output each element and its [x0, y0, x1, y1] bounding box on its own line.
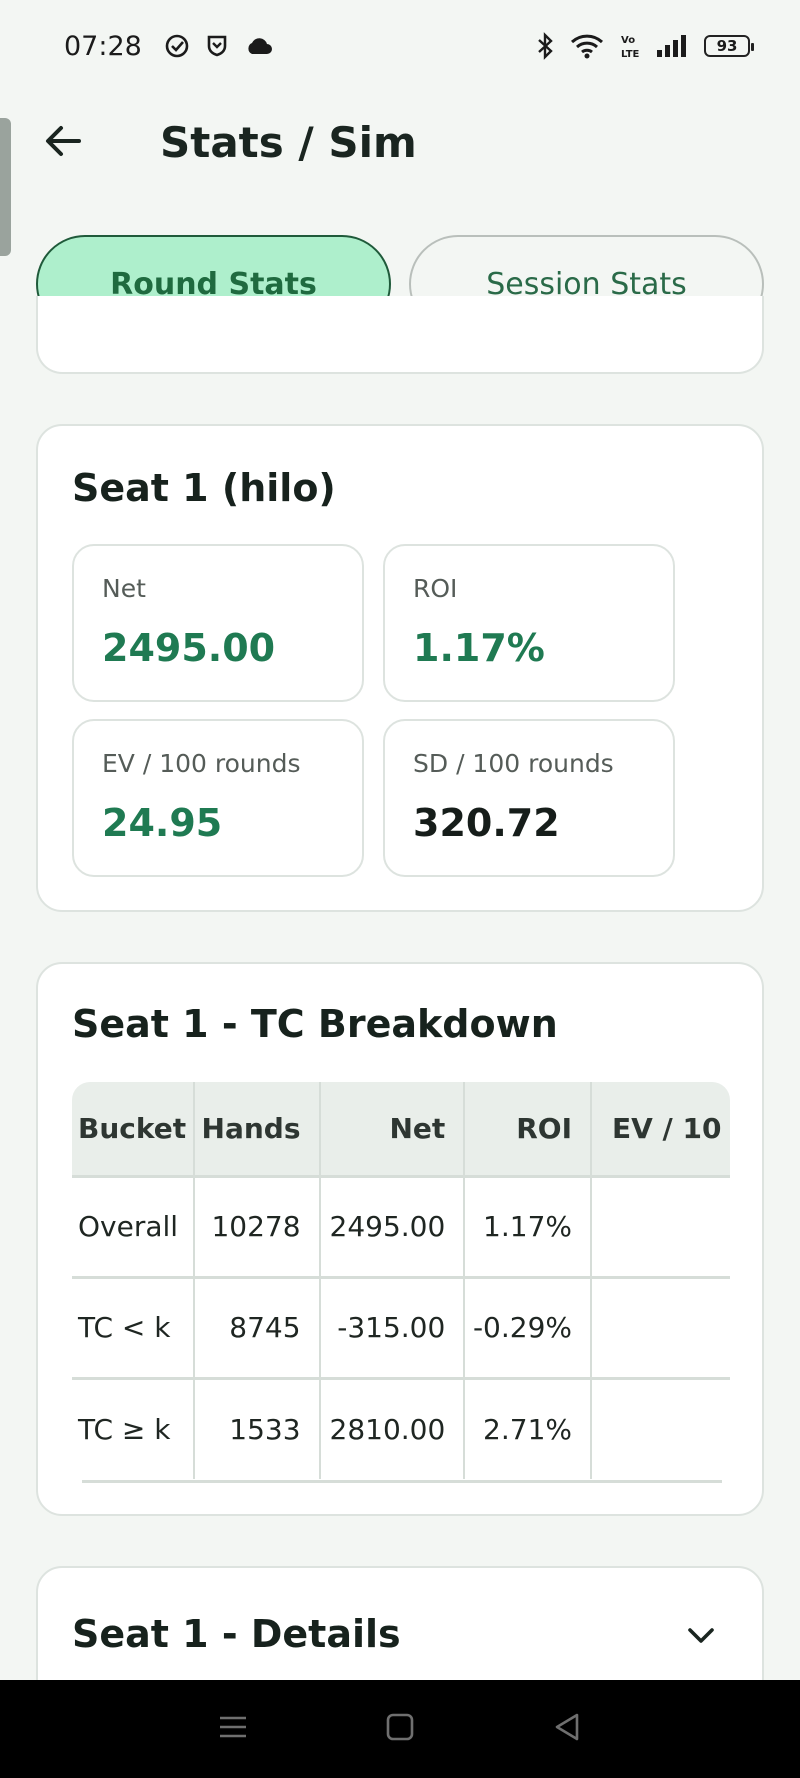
column-header-hands: Hands	[193, 1082, 321, 1176]
page-title: Stats / Sim	[160, 118, 417, 167]
tc-breakdown-title: Seat 1 - TC Breakdown	[72, 1002, 558, 1046]
column-header-ev: EV / 10	[591, 1082, 730, 1176]
metric-net: Net 2495.00	[72, 544, 364, 702]
system-nav-bar	[0, 1680, 800, 1778]
cell-net: -315.00	[319, 1275, 466, 1378]
cell-hands: 8745	[193, 1275, 321, 1378]
table-row: TC ≥ k 1533 2810.00 2.71%	[72, 1376, 730, 1479]
column-header-roi: ROI	[464, 1082, 592, 1176]
seat-summary-title: Seat 1 (hilo)	[72, 466, 336, 510]
cell-hands: 10278	[193, 1174, 321, 1277]
previous-card	[36, 296, 764, 374]
app-header: Stats / Sim	[0, 92, 800, 197]
volte-icon: Vo LTE	[620, 32, 640, 60]
svg-text:Vo: Vo	[621, 35, 635, 46]
column-header-bucket: Bucket	[72, 1082, 195, 1176]
cell-net: 2810.00	[319, 1376, 466, 1479]
svg-text:LTE: LTE	[621, 49, 640, 60]
clock: 07:28	[64, 30, 142, 62]
shield-icon	[206, 34, 228, 58]
metric-label: ROI	[413, 574, 458, 603]
cell-roi: 2.71%	[464, 1376, 592, 1479]
table-header-row: Bucket Hands Net ROI EV / 10	[72, 1082, 730, 1176]
menu-icon	[218, 1713, 248, 1745]
metric-value: 1.17%	[413, 626, 545, 670]
seat-details-title: Seat 1 - Details	[72, 1612, 401, 1656]
status-bar-left: 07:28	[64, 31, 274, 62]
metric-roi: ROI 1.17%	[383, 544, 675, 702]
metric-label: EV / 100 rounds	[102, 749, 301, 778]
cell-bucket: TC ≥ k	[72, 1376, 195, 1479]
cell-roi: 1.17%	[464, 1174, 592, 1277]
metric-value: 2495.00	[102, 626, 276, 670]
cell-roi: -0.29%	[464, 1275, 592, 1378]
home-nav-button[interactable]	[370, 1699, 430, 1759]
cell-ev	[591, 1376, 730, 1479]
home-square-icon	[385, 1712, 415, 1746]
table: Bucket Hands Net ROI EV / 10 Overall 102…	[72, 1082, 730, 1479]
back-triangle-icon	[552, 1711, 582, 1747]
cloud-icon	[244, 35, 274, 57]
column-header-net: Net	[319, 1082, 466, 1176]
bluetooth-icon	[536, 32, 554, 60]
metric-ev-per-100: EV / 100 rounds 24.95	[72, 719, 364, 877]
table-row: Overall 10278 2495.00 1.17%	[72, 1174, 730, 1277]
check-circle-icon	[164, 33, 190, 59]
arrow-left-icon	[43, 123, 83, 163]
cell-hands: 1533	[193, 1376, 321, 1479]
metric-label: Net	[102, 574, 146, 603]
metric-value: 24.95	[102, 801, 223, 845]
battery-level: 93	[716, 37, 738, 55]
back-button[interactable]	[36, 116, 90, 170]
status-bar-right: Vo LTE 93	[536, 32, 754, 60]
wifi-icon	[570, 33, 604, 59]
cell-bucket: Overall	[72, 1174, 195, 1277]
signal-icon	[656, 34, 688, 58]
cell-bucket: TC < k	[72, 1275, 195, 1378]
status-bar: 07:28 Vo LTE 93	[0, 0, 800, 92]
cell-ev	[591, 1174, 730, 1277]
back-nav-button[interactable]	[537, 1699, 597, 1759]
chevron-down-icon	[686, 1625, 716, 1649]
metric-label: SD / 100 rounds	[413, 749, 614, 778]
cell-net: 2495.00	[319, 1174, 466, 1277]
battery-icon: 93	[704, 35, 754, 57]
metric-value: 320.72	[413, 801, 560, 845]
expand-button[interactable]	[676, 1612, 726, 1662]
table-scrollbar[interactable]	[82, 1480, 722, 1483]
menu-nav-button[interactable]	[203, 1699, 263, 1759]
table-row: TC < k 8745 -315.00 -0.29%	[72, 1275, 730, 1378]
seat-summary-card: Seat 1 (hilo) Net 2495.00 ROI 1.17% EV /…	[36, 424, 764, 912]
metric-sd-per-100: SD / 100 rounds 320.72	[383, 719, 675, 877]
tc-breakdown-card: Seat 1 - TC Breakdown Bucket Hands Net R…	[36, 962, 764, 1516]
cell-ev	[591, 1275, 730, 1378]
tc-breakdown-table[interactable]: Bucket Hands Net ROI EV / 10 Overall 102…	[72, 1082, 730, 1482]
